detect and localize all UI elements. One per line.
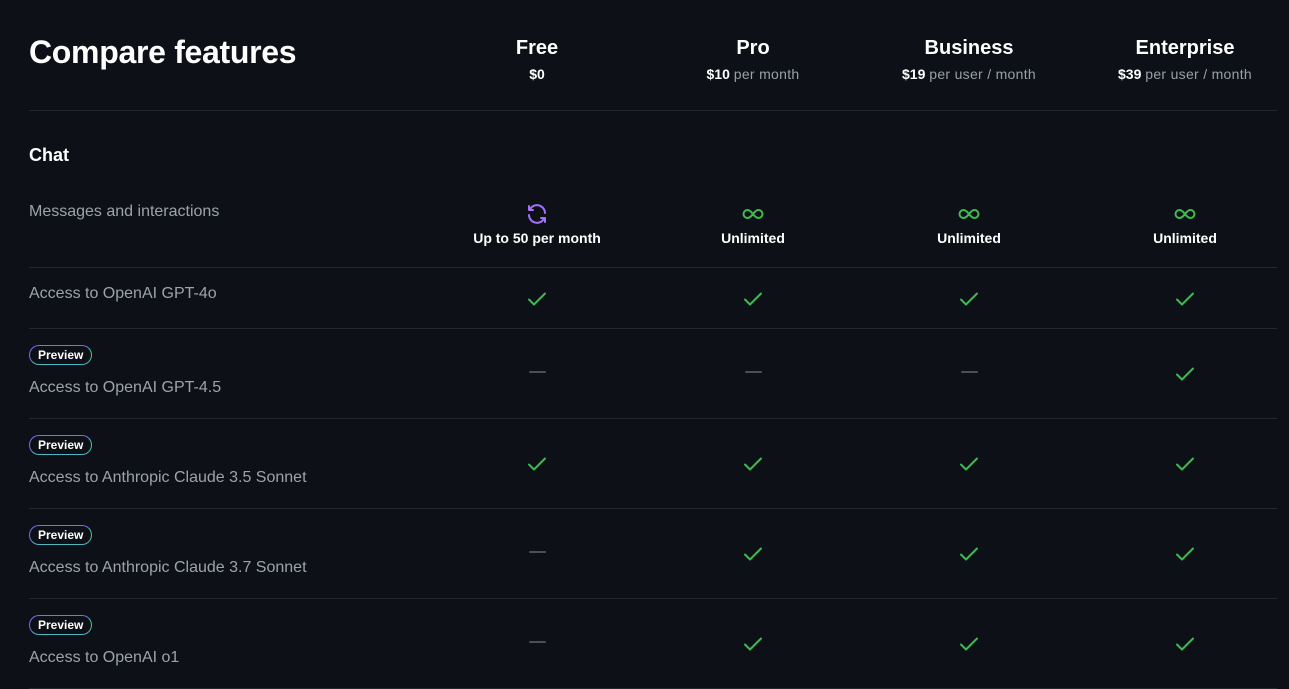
infinity-icon [861,202,1077,226]
row-divider [29,508,1277,509]
plan-price: $0 [429,65,645,83]
section-title: Chat [29,145,69,165]
plan-header-enterprise: Enterprise $39 per user / month [1077,36,1289,83]
row-divider [29,267,1277,268]
feature-cell-enterprise: Unlimited [1077,202,1289,246]
preview-badge: Preview [29,615,93,635]
dash-icon [528,641,546,643]
check-icon [861,632,1077,656]
feature-label: Access to Anthropic Claude 3.5 Sonnet [29,469,307,486]
check-icon [861,542,1077,566]
feature-value-text: Unlimited [721,230,785,246]
check-icon [1077,632,1289,656]
header-divider [29,110,1277,111]
feature-label: Access to OpenAI GPT-4.5 [29,379,222,396]
feature-cell-business [861,452,1077,476]
feature-cell-business [861,632,1077,656]
feature-label: Access to OpenAI GPT-4o [29,285,217,302]
feature-cell-free: Up to 50 per month [429,202,645,246]
feature-cell-business [861,542,1077,566]
plan-period: per user / month [1145,66,1252,82]
row-divider [29,598,1277,599]
feature-cell-enterprise [1077,362,1289,386]
row-divider [29,328,1277,329]
plan-price: $39 per user / month [1077,65,1289,83]
plan-amount: $39 [1118,66,1142,82]
plan-price: $19 per user / month [861,65,1077,83]
check-icon [1077,452,1289,476]
feature-cell-pro [645,287,861,311]
feature-cell-enterprise [1077,632,1289,656]
infinity-icon [645,202,861,226]
feature-label: Access to Anthropic Claude 3.7 Sonnet [29,559,307,576]
check-icon [645,632,861,656]
plan-amount: $0 [529,66,545,82]
feature-value-text: Unlimited [1153,230,1217,246]
check-icon [429,452,645,476]
feature-cell-enterprise [1077,287,1289,311]
preview-badge: Preview [29,525,93,545]
plan-header-pro: Pro $10 per month [645,36,861,83]
check-icon [1077,362,1289,386]
check-icon [645,542,861,566]
infinity-icon [1077,202,1289,226]
feature-cell-pro [645,542,861,566]
dash-icon [528,551,546,553]
check-icon [861,452,1077,476]
plan-period: per month [733,66,800,82]
feature-cell-free [429,371,645,373]
feature-value-text: Up to 50 per month [473,230,601,246]
feature-label: Access to OpenAI o1 [29,649,180,666]
feature-cell-free [429,641,645,643]
feature-cell-pro [645,632,861,656]
plan-period: per user / month [929,66,1036,82]
check-icon [1077,287,1289,311]
refresh-icon [429,202,645,226]
preview-badge: Preview [29,435,93,455]
check-icon [1077,542,1289,566]
feature-cell-free [429,452,645,476]
feature-cell-business [861,287,1077,311]
plan-name: Free [515,37,559,59]
feature-cell-enterprise [1077,542,1289,566]
dash-icon [744,371,762,373]
check-icon [645,452,861,476]
plan-name: Business [924,37,1014,59]
feature-cell-pro [645,452,861,476]
feature-cell-enterprise [1077,452,1289,476]
feature-cell-pro [645,371,861,373]
feature-cell-free [429,551,645,553]
feature-cell-business: Unlimited [861,202,1077,246]
dash-icon [960,371,978,373]
check-icon [645,287,861,311]
row-divider [29,418,1277,419]
compare-features-page: Compare features Free $0 Pro $10 per mon… [0,0,1289,689]
feature-value-text: Unlimited [937,230,1001,246]
plan-amount: $19 [902,66,926,82]
feature-cell-business [861,371,1077,373]
feature-cell-pro: Unlimited [645,202,861,246]
plan-header-free: Free $0 [429,36,645,83]
plan-header-business: Business $19 per user / month [861,36,1077,83]
plan-name: Pro [736,37,770,59]
page-title: Compare features [29,34,297,70]
feature-label: Messages and interactions [29,203,220,220]
check-icon [861,287,1077,311]
check-icon [429,287,645,311]
plan-price: $10 per month [645,65,861,83]
feature-cell-free [429,287,645,311]
preview-badge: Preview [29,345,93,365]
plan-amount: $10 [706,66,730,82]
dash-icon [528,371,546,373]
plan-name: Enterprise [1135,37,1235,59]
